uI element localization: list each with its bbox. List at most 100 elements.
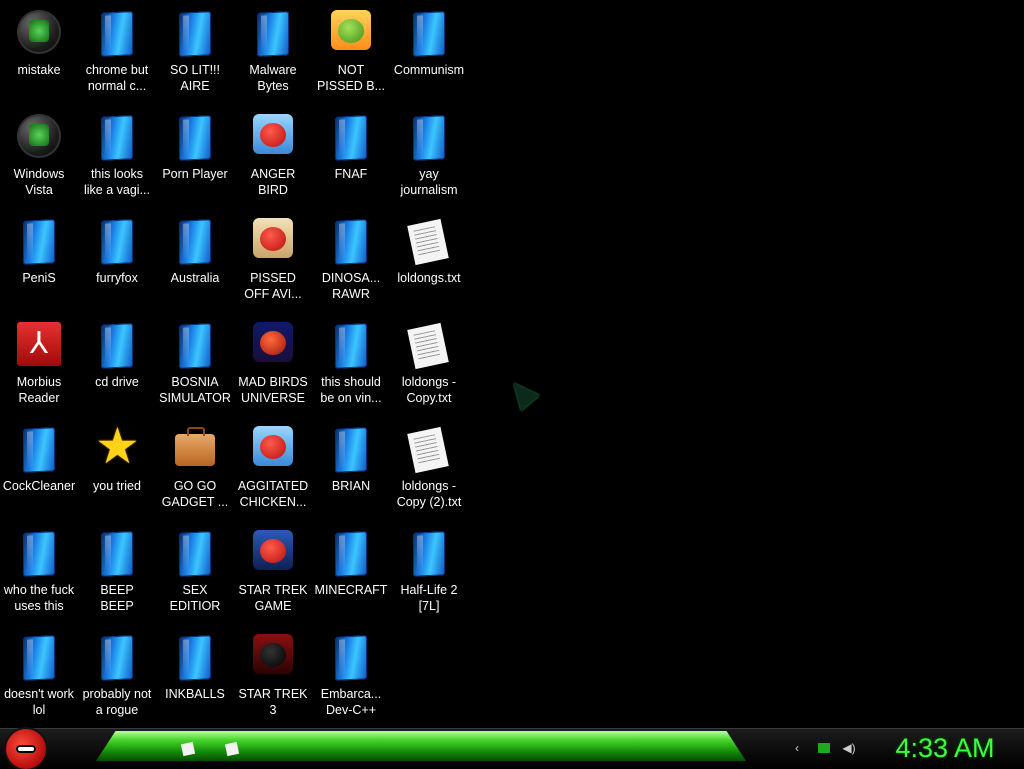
desktop-icon[interactable]: Australia	[156, 212, 234, 316]
desktop-icon-label: Porn Player	[162, 167, 228, 181]
desktop-icon-label: mistake	[17, 63, 61, 77]
desktop-icon[interactable]: AGGITATED CHICKEN...	[234, 420, 312, 524]
desktop-icon[interactable]: furryfox	[78, 212, 156, 316]
desktop-icon-label: AGGITATED CHICKEN...	[237, 479, 309, 509]
desktop-icon-label: SEX EDITIOR	[169, 583, 221, 613]
desktop-icon-label: BRIAN	[331, 479, 371, 493]
shortcut-icon	[95, 322, 139, 370]
desktop-icon-label: DINOSA... RAWR	[321, 271, 381, 301]
desktop-icon-label: Morbius Reader	[16, 375, 62, 405]
recycle-orb-icon	[17, 114, 61, 162]
desktop-icon[interactable]: Porn Player	[156, 108, 234, 212]
shortcut-icon	[173, 530, 217, 578]
desktop-icon[interactable]: Half-Life 2 [7L]	[390, 524, 468, 628]
bird-app-icon	[251, 114, 295, 162]
desktop-icon[interactable]: NOT PISSED B...	[312, 4, 390, 108]
desktop-icon[interactable]: loldongs.txt	[390, 212, 468, 316]
shortcut-icon	[173, 218, 217, 266]
desktop-icon[interactable]: ANGER BIRD	[234, 108, 312, 212]
shortcut-icon	[329, 114, 373, 162]
space-bird-app-icon	[251, 322, 295, 370]
desktop-icon-label: CockCleaner	[2, 479, 76, 493]
desktop-icon[interactable]: doesn't work lol	[0, 628, 78, 732]
desktop-icon[interactable]: MINECRAFT	[312, 524, 390, 628]
starwars-dark-icon	[251, 634, 295, 682]
shortcut-icon	[95, 218, 139, 266]
desktop-icon[interactable]: Malware Bytes	[234, 4, 312, 108]
desktop-icon[interactable]: yay journalism	[390, 108, 468, 212]
shortcut-icon	[329, 530, 373, 578]
desktop-icon[interactable]: who the fuck uses this	[0, 524, 78, 628]
bird-app-icon	[251, 426, 295, 474]
desktop-icon[interactable]: STAR TREK 3	[234, 628, 312, 732]
desktop-icon[interactable]: SEX EDITIOR	[156, 524, 234, 628]
shortcut-icon	[407, 530, 451, 578]
desktop-icon-label: this should be on vin...	[320, 375, 382, 405]
shortcut-icon	[329, 322, 373, 370]
desktop-icon-label: Malware Bytes	[249, 63, 297, 93]
desktop-icon[interactable]: SO LIT!!! AIRE	[156, 4, 234, 108]
pdf-reader-icon: ⅄	[17, 322, 61, 370]
shortcut-icon	[173, 114, 217, 162]
desktop-icon[interactable]: BEEP BEEP	[78, 524, 156, 628]
desktop-icon-label: PISSED OFF AVI...	[244, 271, 302, 301]
task-document-icon-2[interactable]	[224, 741, 240, 757]
desktop-icon[interactable]: Communism	[390, 4, 468, 108]
shortcut-icon	[329, 634, 373, 682]
desktop-icon-label: BOSNIA SIMULATOR	[159, 375, 231, 405]
desktop-icon[interactable]: mistake	[0, 4, 78, 108]
desktop-icon[interactable]: loldongs - Copy.txt	[390, 316, 468, 420]
network-icon[interactable]	[818, 743, 830, 753]
desktop-icon[interactable]: ⅄ Morbius Reader	[0, 316, 78, 420]
shortcut-icon	[329, 426, 373, 474]
shortcut-icon	[17, 530, 61, 578]
desktop-icon[interactable]: Embarca... Dev-C++	[312, 628, 390, 732]
taskbar: ‹ ◀) 4:33 AM	[0, 728, 1024, 769]
clock[interactable]: 4:33 AM	[880, 731, 1010, 765]
desktop-icon[interactable]: PISSED OFF AVI...	[234, 212, 312, 316]
desktop-icon-label: cd drive	[95, 375, 139, 389]
desktop-icon-label: NOT PISSED B...	[316, 63, 386, 93]
desktop-icon[interactable]: DINOSA... RAWR	[312, 212, 390, 316]
desktop-icon[interactable]: FNAF	[312, 108, 390, 212]
shortcut-icon	[17, 218, 61, 266]
desktop-icon[interactable]: MAD BIRDS UNIVERSE	[234, 316, 312, 420]
desktop-icon[interactable]: INKBALLS	[156, 628, 234, 732]
desktop-icon[interactable]: this should be on vin...	[312, 316, 390, 420]
desktop-icon-label: PeniS	[22, 271, 56, 285]
desktop-icon-label: Embarca... Dev-C++	[320, 687, 382, 717]
shortcut-icon	[407, 114, 451, 162]
desktop-icon-label: Half-Life 2 [7L]	[400, 583, 458, 613]
desktop-icon[interactable]: chrome but normal c...	[78, 4, 156, 108]
desktop-icon-label: MAD BIRDS UNIVERSE	[238, 375, 308, 405]
desktop-icon-label: MINECRAFT	[314, 583, 388, 597]
desktop-icon[interactable]: this looks like a vagi...	[78, 108, 156, 212]
desktop-icon[interactable]: BRIAN	[312, 420, 390, 524]
task-document-icon-1[interactable]	[180, 741, 196, 757]
desktop-icon[interactable]: CockCleaner	[0, 420, 78, 524]
starwars-bird-icon	[251, 530, 295, 578]
desktop-icon[interactable]: PeniS	[0, 212, 78, 316]
speaker-icon[interactable]: ◀)	[842, 741, 856, 755]
star-icon: ★	[95, 418, 140, 474]
shortcut-icon	[95, 10, 139, 58]
desktop-icon[interactable]: BOSNIA SIMULATOR	[156, 316, 234, 420]
desktop-icon[interactable]: loldongs - Copy (2).txt	[390, 420, 468, 524]
desktop-icon-label: doesn't work lol	[4, 687, 74, 717]
desktop-icon[interactable]: GO GO GADGET ...	[156, 420, 234, 524]
desktop-icon[interactable]: ★ you tried	[78, 420, 156, 524]
shortcut-icon	[17, 634, 61, 682]
desktop-icon[interactable]: STAR TREK GAME	[234, 524, 312, 628]
desktop-icon-label: STAR TREK GAME	[238, 583, 308, 613]
start-button[interactable]	[6, 729, 46, 769]
desktop-icon[interactable]: probably not a rogue	[78, 628, 156, 732]
desktop-icon[interactable]: Windows Vista	[0, 108, 78, 212]
desktop-icon-label: loldongs - Copy.txt	[401, 375, 457, 405]
text-file-icon	[407, 218, 451, 266]
desktop-icon-label: yay journalism	[400, 167, 458, 197]
back-arrow-icon[interactable]: ‹	[790, 741, 804, 755]
shortcut-icon	[173, 10, 217, 58]
desktop-icon[interactable]: cd drive	[78, 316, 156, 420]
briefcase-icon	[173, 426, 217, 474]
desktop-icon-label: BEEP BEEP	[100, 583, 134, 613]
